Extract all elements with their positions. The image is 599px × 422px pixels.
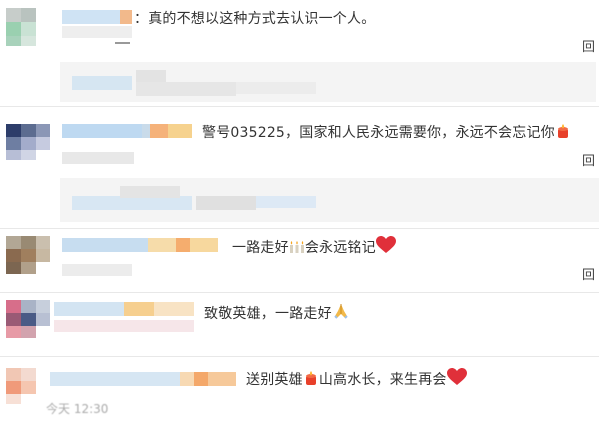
comment-4: 致敬英雄，一路走好 [0, 294, 599, 356]
avatar[interactable] [6, 300, 52, 338]
username-blurred[interactable] [62, 10, 122, 24]
reply-preview-box[interactable] [60, 62, 596, 102]
comment-3: 一路走好 会永远铭记 回 [0, 230, 599, 292]
username-blurred[interactable] [54, 302, 124, 316]
candle-icon [555, 123, 571, 143]
heart-icon [446, 368, 467, 390]
username-blurred[interactable] [50, 372, 180, 386]
avatar[interactable] [6, 368, 52, 404]
comment-2: 警号035225，国家和人民永远需要你，永远不会忘记你 回 [0, 108, 599, 228]
separator [0, 292, 599, 293]
reply-button[interactable]: 回 [582, 36, 595, 55]
pray-icon [332, 302, 350, 324]
comment-text: 警号035225，国家和人民永远需要你，永远不会忘记你 [202, 122, 571, 143]
candle-icon [289, 238, 305, 258]
reply-button[interactable]: 回 [582, 264, 595, 283]
avatar[interactable] [6, 124, 52, 160]
comment-5: 送别英雄 山高水长，来生再会 今天 12:30 [0, 358, 599, 422]
separator [0, 106, 599, 107]
heart-icon [375, 236, 396, 258]
comment-text: ：真的不想以这种方式去认识一个人。 [134, 11, 376, 27]
comment-text: 送别英雄 山高水长，来生再会 [246, 368, 467, 390]
avatar[interactable] [6, 236, 52, 274]
timestamp: 今天 12:30 [46, 402, 109, 416]
separator [0, 228, 599, 229]
username-blurred[interactable] [62, 238, 148, 252]
separator [0, 356, 599, 357]
reply-button[interactable]: 回 [582, 150, 595, 169]
avatar[interactable] [6, 8, 52, 46]
reply-preview-box[interactable] [60, 178, 599, 222]
comment-text: 致敬英雄，一路走好 [204, 302, 350, 324]
comment-1: ：真的不想以这种方式去认识一个人。 回 [0, 0, 599, 104]
candle-icon [303, 370, 319, 390]
username-blurred[interactable] [62, 124, 142, 138]
comment-text: 一路走好 会永远铭记 [232, 236, 396, 258]
